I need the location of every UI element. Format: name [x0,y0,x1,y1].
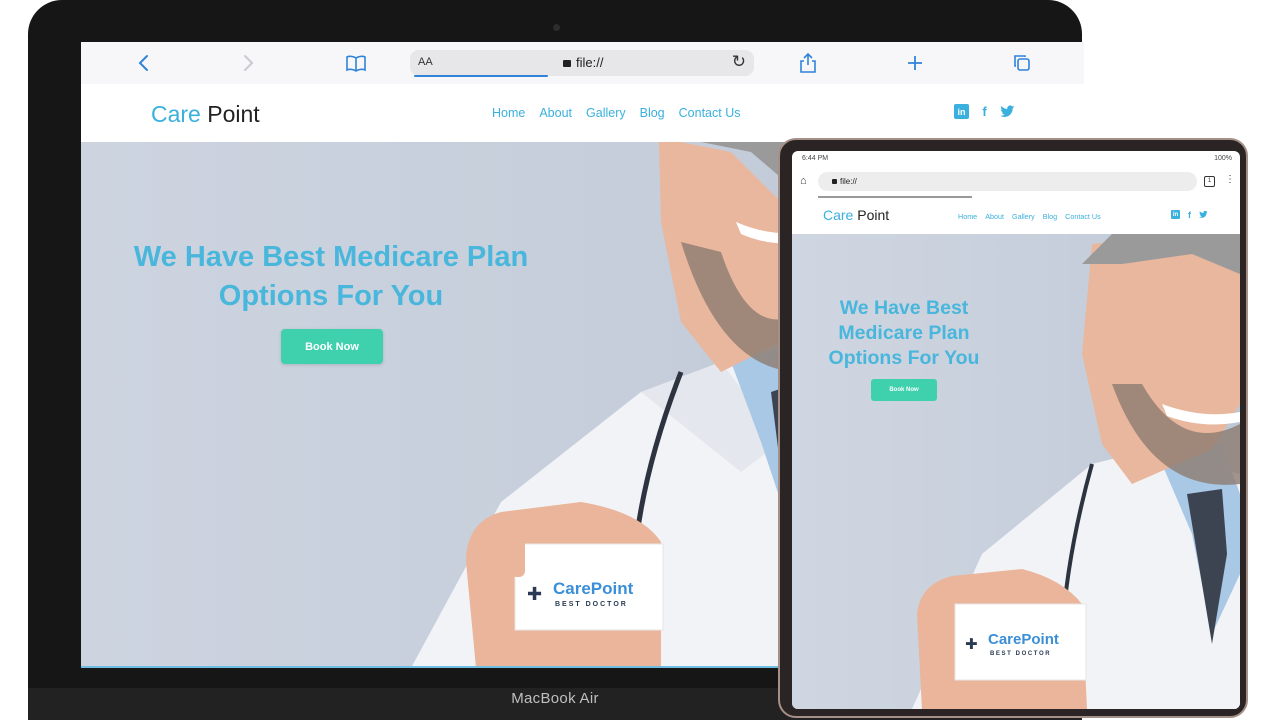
nav-contact[interactable]: Contact Us [679,106,741,120]
home-icon[interactable]: ⌂ [800,175,807,187]
new-tab-icon[interactable] [902,50,928,76]
text-size-button[interactable]: AA [418,56,433,68]
tablet-site-header: Care Point Home About Gallery Blog Conta… [792,198,1240,234]
svg-text:CarePoint: CarePoint [553,579,634,598]
more-menu-icon[interactable]: ⋮ [1225,174,1235,185]
logo-point: Point [200,101,260,127]
tab-count-icon[interactable]: 1 [1204,176,1215,187]
social-links: in f [954,104,1015,119]
tablet-social-links: in f [1171,210,1208,220]
tablet-logo-point: Point [853,207,890,223]
status-time: 6:44 PM [802,155,829,162]
camera [553,24,560,31]
main-nav: Home About Gallery Blog Contact Us [492,106,754,120]
tablet-hero-title: We Have Best Medicare Plan Options For Y… [828,297,980,369]
svg-text:BEST DOCTOR: BEST DOCTOR [555,601,628,608]
svg-text:BEST DOCTOR: BEST DOCTOR [990,651,1051,657]
tablet-hero-section: CarePoint BEST DOCTOR ✚ We Have Best Med… [792,234,1240,709]
browser-toolbar: AA file:// ↻ [81,42,1084,85]
load-progress [414,75,548,77]
tablet-url-text: file:// [840,177,857,186]
back-icon[interactable] [130,50,156,76]
status-bar: 6:44 PM 100% [792,151,1240,167]
address-text: file:// [563,55,603,70]
svg-text:✚: ✚ [527,584,542,605]
share-icon[interactable] [795,50,821,76]
reload-icon[interactable]: ↻ [732,52,746,72]
site-logo[interactable]: Care Point [151,101,260,128]
hero-title: We Have Best Medicare Plan Options For Y… [133,241,529,312]
lock-icon [563,60,571,67]
twitter-icon[interactable] [1000,104,1015,119]
tablet-logo-care: Care [823,207,854,223]
address-bar[interactable]: AA file:// ↻ [410,50,754,77]
bookmarks-icon[interactable] [343,50,369,76]
forward-icon[interactable] [236,50,262,76]
lock-icon [832,179,837,184]
tablet-screen: 6:44 PM 100% ⌂ file:// 1 ⋮ Care Point Ho… [792,151,1240,709]
facebook-icon[interactable]: f [1185,210,1194,220]
nav-home[interactable]: Home [492,106,525,120]
svg-text:CarePoint: CarePoint [988,631,1059,648]
facebook-icon[interactable]: f [977,104,992,119]
logo-care: Care [151,101,201,127]
tablet-url: file:// [832,177,857,186]
svg-text:✚: ✚ [965,635,978,653]
tabs-icon[interactable] [1009,50,1035,76]
nav-gallery[interactable]: Gallery [586,106,626,120]
site-header: Care Point Home About Gallery Blog Conta… [81,84,1084,142]
linkedin-icon[interactable]: in [954,104,969,119]
battery-indicator: 100% [1214,155,1232,162]
tablet-frame: 6:44 PM 100% ⌂ file:// 1 ⋮ Care Point Ho… [778,138,1248,718]
tablet-nav-home[interactable]: Home [958,212,977,221]
tablet-nav-gallery[interactable]: Gallery [1012,212,1035,221]
book-now-button[interactable]: Book Now [281,329,383,364]
tablet-nav-about[interactable]: About [985,212,1004,221]
tablet-book-now-button[interactable]: Book Now [871,379,937,401]
tablet-nav-blog[interactable]: Blog [1043,212,1057,221]
tablet-address-bar[interactable]: file:// [818,172,1197,191]
linkedin-icon[interactable]: in [1171,210,1180,219]
nav-about[interactable]: About [539,106,572,120]
tablet-site-logo[interactable]: Care Point [823,207,889,223]
tablet-main-nav: Home About Gallery Blog Contact Us [958,212,1109,221]
url-text: file:// [576,55,604,70]
twitter-icon[interactable] [1199,210,1208,219]
nav-blog[interactable]: Blog [640,106,665,120]
tablet-nav-contact[interactable]: Contact Us [1065,212,1101,221]
tablet-browser-toolbar: ⌂ file:// 1 ⋮ [792,167,1240,197]
